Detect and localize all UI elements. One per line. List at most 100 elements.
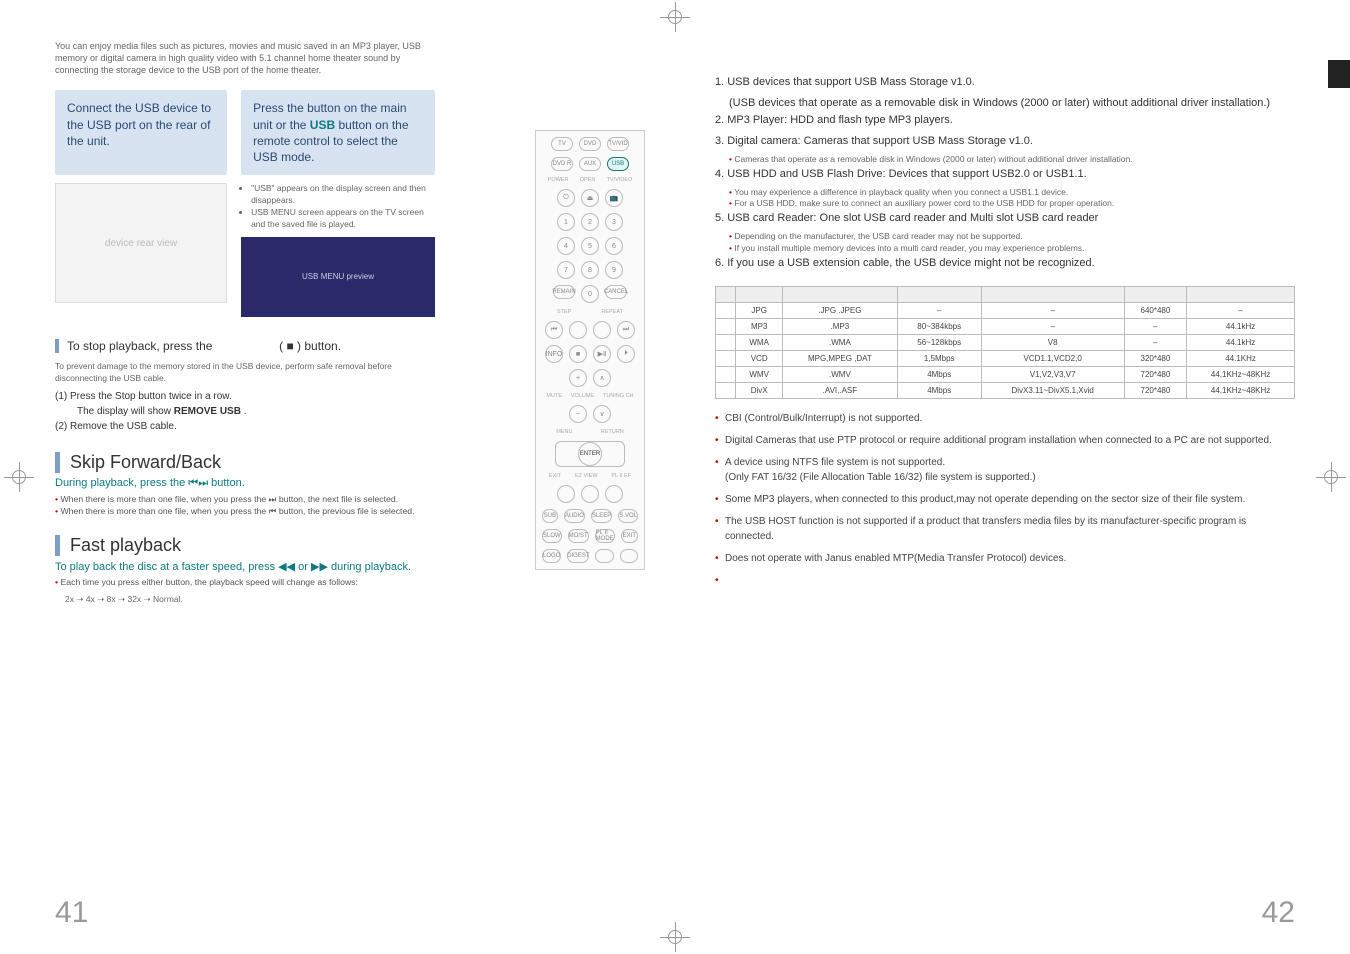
note-bullet: Digital Cameras that use PTP protocol or… <box>715 433 1295 448</box>
list-item: 6. If you use a USB extension cable, the… <box>715 255 1295 272</box>
table-cell: .WMA <box>783 335 898 351</box>
remote-num: 2 <box>581 213 599 231</box>
stop-text-a: To stop playback, press the <box>67 339 212 353</box>
remote-btn: LOGO <box>542 549 561 563</box>
step-2: (2) Remove the USB cable. <box>55 419 435 434</box>
remote-btn <box>593 321 611 339</box>
table-cell: – <box>981 303 1124 319</box>
usb-mode-notes: "USB" appears on the display screen and … <box>241 183 435 231</box>
list-item-sub: For a USB HDD, make sure to connect an a… <box>729 198 1295 210</box>
compatible-devices-list: 1. USB devices that support USB Mass Sto… <box>715 74 1295 272</box>
note-bullet: The USB HOST function is not supported i… <box>715 514 1295 544</box>
remote-btn: + <box>569 369 587 387</box>
table-cell: 44.1KHz~48KHz <box>1187 383 1295 399</box>
table-row: VCDMPG,MPEG ,DAT1,5MbpsVCD1.1,VCD2,0320*… <box>716 351 1295 367</box>
page-right: 1. USB devices that support USB Mass Sto… <box>675 0 1350 954</box>
table-cell: 56~128kbps <box>897 335 981 351</box>
note-bullet: Does not operate with Janus enabled MTP(… <box>715 551 1295 566</box>
list-item-sub: Cameras that operate as a removable disk… <box>729 154 1295 166</box>
note-bullet: CBI (Control/Bulk/Interrupt) is not supp… <box>715 411 1295 426</box>
fast-subline: To play back the disc at a faster speed,… <box>55 560 435 573</box>
remote-btn: DVD <box>579 137 601 151</box>
remote-btn: ⏭ <box>617 321 635 339</box>
remote-label: REPEAT <box>601 309 623 315</box>
table-cell: – <box>981 319 1124 335</box>
remote-enter: ENTER <box>578 442 602 466</box>
remote-btn: SUB <box>542 509 558 523</box>
table-cell: VCD <box>736 351 783 367</box>
remote-num: 3 <box>605 213 623 231</box>
safe-removal-note: To prevent damage to the memory stored i… <box>55 361 435 385</box>
remote-btn: SLOW <box>542 529 562 543</box>
table-cell: – <box>1124 335 1187 351</box>
page-number-left: 41 <box>55 896 88 930</box>
remote-label: STEP <box>557 309 571 315</box>
table-cell: V1,V2,V3,V7 <box>981 367 1124 383</box>
page-number-right: 42 <box>1262 896 1295 930</box>
table-cell: 720*480 <box>1124 383 1187 399</box>
list-item: 2. MP3 Player: HDD and flash type MP3 pl… <box>715 112 1295 129</box>
heading-skip: Skip Forward/Back <box>55 452 435 473</box>
table-cell: 44.1kHz <box>1187 335 1295 351</box>
remote-control-illustration: TVDVDTV/VID DVD RAUXUSB POWEROPENTV/VIDE… <box>535 130 645 570</box>
remote-num: 0 <box>581 285 599 303</box>
step-1-bold: REMOVE USB <box>174 406 241 417</box>
page-spread: You can enjoy media files such as pictur… <box>0 0 1350 954</box>
table-cell: DivX <box>736 383 783 399</box>
remote-label: PL II EF <box>611 473 631 479</box>
table-cell: DivX3.11~DivX5.1,Xvid <box>981 383 1124 399</box>
remote-btn: DVD R <box>551 157 573 171</box>
table-row: JPG.JPG .JPEG––640*480– <box>716 303 1295 319</box>
step-box-connect: Connect the USB device to the USB port o… <box>55 90 227 175</box>
remote-label: EXIT <box>549 473 561 479</box>
remote-btn: − <box>569 405 587 423</box>
remote-btn <box>605 485 623 503</box>
step-1b: The display will show <box>77 406 174 417</box>
table-cell: JPG <box>736 303 783 319</box>
remote-btn: TV <box>551 137 573 151</box>
remote-label: POWER <box>548 177 569 183</box>
table-cell: VCD1.1,VCD2,0 <box>981 351 1124 367</box>
table-cell: 720*480 <box>1124 367 1187 383</box>
remote-btn: AUX <box>579 157 601 171</box>
remote-btn <box>581 485 599 503</box>
remote-btn: AUDIO <box>564 509 585 523</box>
table-row: MP3.MP380~384kbps––44.1kHz <box>716 319 1295 335</box>
remote-btn: EXIT <box>621 529 638 543</box>
table-cell: 320*480 <box>1124 351 1187 367</box>
table-cell: WMA <box>736 335 783 351</box>
remote-btn: ⏵ <box>617 345 635 363</box>
page-left: You can enjoy media files such as pictur… <box>0 0 675 954</box>
note-bullet: Some MP3 players, when connected to this… <box>715 492 1295 507</box>
remote-btn-stop: ■ <box>569 345 587 363</box>
remote-btn: S.VOL <box>618 509 638 523</box>
remote-btn: 📺 <box>605 189 623 207</box>
table-cell: MPG,MPEG ,DAT <box>783 351 898 367</box>
step-1a: (1) Press the Stop button twice in a row… <box>55 389 435 404</box>
remote-btn: ⏻ <box>557 189 575 207</box>
table-cell: – <box>1187 303 1295 319</box>
usb-note-1: "USB" appears on the display screen and … <box>251 183 435 207</box>
table-cell: 44.1KHz <box>1187 351 1295 367</box>
limitation-notes: CBI (Control/Bulk/Interrupt) is not supp… <box>715 411 1295 566</box>
table-cell: 1,5Mbps <box>897 351 981 367</box>
remote-label: OPEN <box>580 177 596 183</box>
remote-btn: ∧ <box>593 369 611 387</box>
remote-btn: PL II MODE <box>595 529 615 543</box>
remote-dpad: ENTER <box>555 441 625 467</box>
remote-num: 6 <box>605 237 623 255</box>
table-cell: .WMV <box>783 367 898 383</box>
table-cell: V8 <box>981 335 1124 351</box>
table-cell: MP3 <box>736 319 783 335</box>
table-cell: 4Mbps <box>897 383 981 399</box>
step-box-press: Press the button on the main unit or the… <box>241 90 435 175</box>
remote-label: RETURN <box>601 429 624 435</box>
safe-removal-steps: (1) Press the Stop button twice in a row… <box>55 389 435 434</box>
remote-btn <box>569 321 587 339</box>
skip-bullet-2: When there is more than one file, when y… <box>55 505 435 517</box>
table-cell: – <box>897 303 981 319</box>
table-cell: 80~384kbps <box>897 319 981 335</box>
remote-btn: ∨ <box>593 405 611 423</box>
table-cell: – <box>1124 319 1187 335</box>
remote-btn: REMAIN <box>553 285 575 299</box>
